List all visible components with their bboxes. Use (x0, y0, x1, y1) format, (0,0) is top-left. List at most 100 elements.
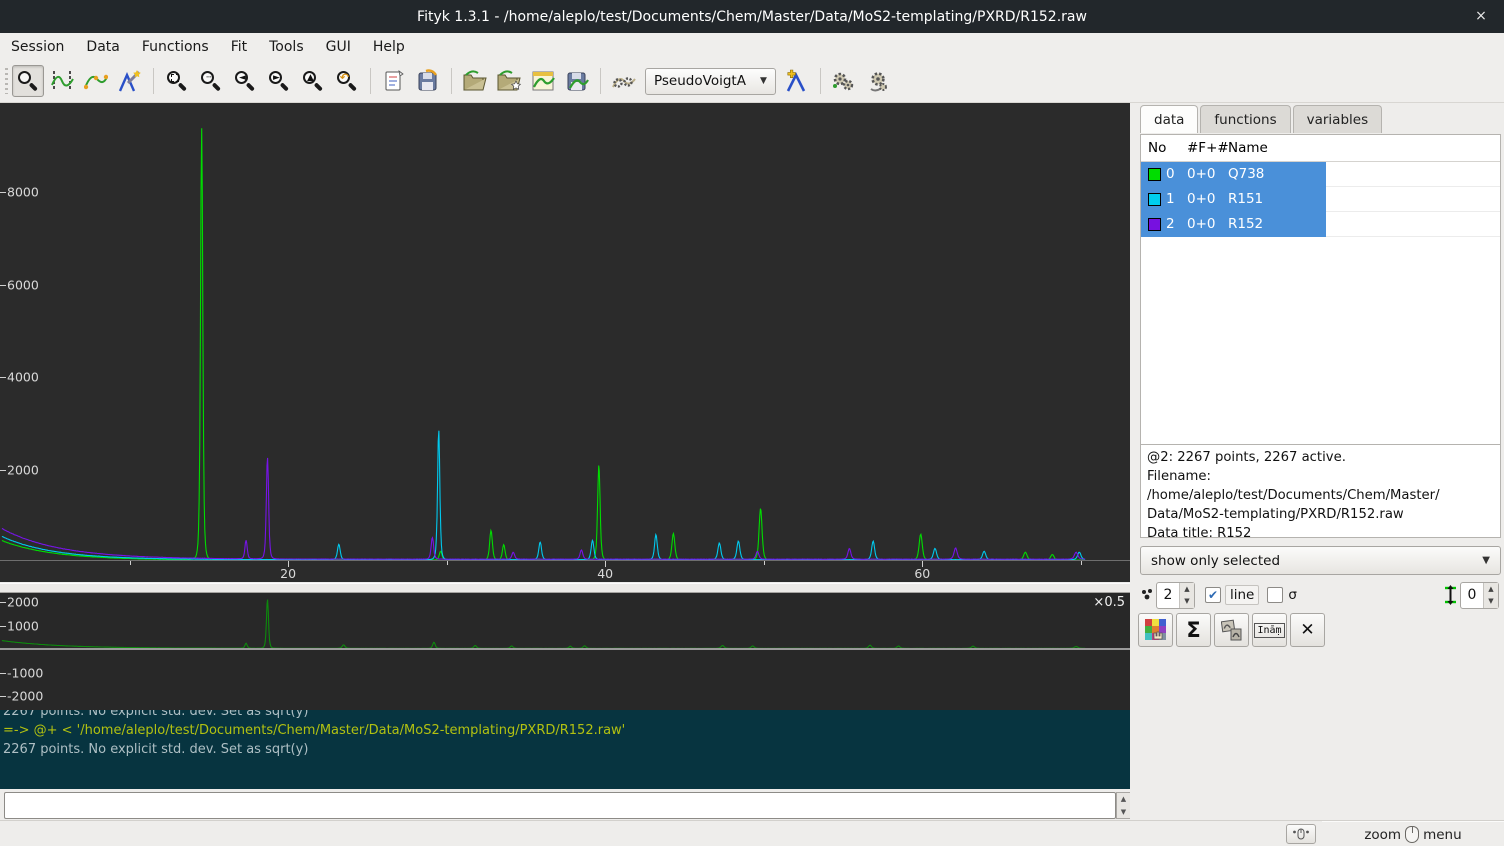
dataset-color-swatch[interactable] (1148, 218, 1161, 231)
tab-variables[interactable]: variables (1293, 105, 1383, 133)
zoom-left-icon: ◄ (234, 70, 256, 92)
shift-spinner[interactable]: 0 ▲ ▼ (1460, 582, 1499, 609)
dataset-ff: 0+0 (1182, 162, 1223, 187)
dataset-name: Q738 (1223, 162, 1326, 187)
run-fit-button[interactable] (862, 65, 894, 97)
zoom-right-icon: ► (268, 70, 290, 92)
shift-spinner-value: 0 (1461, 587, 1483, 603)
menu-help[interactable]: Help (362, 36, 416, 58)
data-transform-button[interactable] (608, 65, 640, 97)
dataset-color-swatch[interactable] (1148, 193, 1161, 206)
tab-functions[interactable]: functions (1200, 105, 1290, 133)
zoom-up-icon: ▲ (302, 70, 324, 92)
x-tick-label: 40 (597, 566, 613, 581)
zoom-vertically-button[interactable]: ┄ (195, 65, 227, 97)
auto-add-peak-button[interactable] (781, 65, 813, 97)
dataset-no: 2 (1166, 216, 1175, 232)
table-row[interactable]: 0 0+0 Q738 (1141, 162, 1500, 187)
add-peak-mode-button[interactable] (114, 65, 146, 97)
toolbar-grip[interactable] (3, 68, 11, 94)
menu-tools[interactable]: Tools (258, 36, 315, 58)
sigma-checkbox-label[interactable]: σ (1288, 587, 1297, 603)
aux-plot[interactable]: 20001000-1000-2000 ×0.5 (0, 593, 1130, 710)
data-range-mode-button[interactable] (46, 65, 78, 97)
spin-down-icon[interactable]: ▼ (1180, 595, 1194, 608)
sigma-checkbox[interactable] (1267, 587, 1283, 603)
save-data-button[interactable] (561, 65, 593, 97)
menu-session[interactable]: Session (0, 36, 75, 58)
menu-bar: Session Data Functions Fit Tools GUI Hel… (0, 33, 1504, 60)
data-range-icon (50, 69, 74, 93)
scroll-up-icon[interactable]: ▲ (1117, 793, 1130, 806)
main-plot[interactable]: 2000400060008000 (0, 103, 1130, 560)
zoom-vertical-icon: ┄ (200, 70, 222, 92)
dataset-no: 1 (1166, 191, 1175, 207)
dataset-ff: 0+0 (1182, 212, 1223, 237)
dataset-no: 0 (1166, 166, 1175, 182)
delete-dataset-button[interactable]: ✕ (1290, 613, 1325, 647)
menu-functions[interactable]: Functions (131, 36, 220, 58)
open-folder-advanced-icon (496, 69, 522, 93)
tab-data[interactable]: data (1140, 105, 1198, 133)
plot-splitter[interactable] (0, 583, 1130, 593)
previous-zoom-button[interactable]: ↶ (331, 65, 363, 97)
input-history-scrollbar[interactable]: ▲ ▼ (1116, 792, 1131, 819)
data-points-icon (1140, 587, 1154, 603)
zoom-left-button[interactable]: ◄ (229, 65, 261, 97)
show-mode-dropdown[interactable]: show only selected ▼ (1140, 546, 1501, 575)
col-name: Name (1223, 140, 1326, 156)
undo-fit-gears-icon (831, 69, 857, 93)
line-checkbox[interactable]: ✔ (1205, 587, 1221, 603)
table-row[interactable]: 1 0+0 R151 (1141, 187, 1500, 212)
sum-button[interactable]: Σ (1176, 613, 1211, 647)
mouse-hints-icon (1292, 828, 1310, 840)
open-data-button[interactable] (459, 65, 491, 97)
menu-gui[interactable]: GUI (315, 36, 362, 58)
open-data-advanced-button[interactable] (493, 65, 525, 97)
scroll-down-icon[interactable]: ▼ (1117, 806, 1130, 819)
status-bar: zoom menu (0, 820, 1504, 846)
background-mode-button[interactable] (80, 65, 112, 97)
peak-type-value: PseudoVoigtA (654, 73, 746, 89)
copy-functions-button[interactable] (1214, 613, 1249, 647)
undo-fit-button[interactable] (828, 65, 860, 97)
zoom-up-button[interactable]: ▲ (297, 65, 329, 97)
dataset-table-header: No #F+# Name (1141, 135, 1500, 162)
zoom-all-button[interactable] (161, 65, 193, 97)
dataset-color-swatch[interactable] (1148, 168, 1161, 181)
spin-down-icon[interactable]: ▼ (1484, 595, 1498, 608)
spin-up-icon[interactable]: ▲ (1180, 583, 1194, 596)
rename-button[interactable]: Ināṃ (1252, 613, 1287, 647)
right-button-hint: menu (1423, 827, 1462, 843)
dataset-ff: 0+0 (1182, 187, 1223, 212)
log-document-icon (382, 69, 406, 93)
output-console[interactable]: 2267 points. No explicit std. dev. Set a… (0, 710, 1130, 789)
colors-sequence-button[interactable] (1138, 613, 1173, 647)
main-toolbar: ┄ ◄ ► ▲ ↶ (0, 60, 1504, 103)
chevron-down-icon: ▼ (760, 76, 767, 86)
show-log-button[interactable] (378, 65, 410, 97)
peak-type-dropdown[interactable]: PseudoVoigtA ▼ (645, 68, 776, 95)
spin-up-icon[interactable]: ▲ (1484, 583, 1498, 596)
edit-data-button[interactable] (527, 65, 559, 97)
line-checkbox-label[interactable]: line (1225, 585, 1259, 605)
menu-data[interactable]: Data (75, 36, 130, 58)
zoom-mode-button[interactable] (12, 65, 44, 97)
mouse-hints-button[interactable] (1286, 824, 1316, 844)
command-input[interactable] (4, 792, 1116, 819)
zoom-right-button[interactable]: ► (263, 65, 295, 97)
aux-y-tick-label: 2000 (7, 595, 39, 610)
dataset-name: R151 (1223, 187, 1326, 212)
menu-fit[interactable]: Fit (220, 36, 258, 58)
window-title: Fityk 1.3.1 - /home/aleplo/test/Document… (417, 9, 1087, 25)
title-bar[interactable]: Fityk 1.3.1 - /home/aleplo/test/Document… (0, 0, 1504, 33)
x-tick-label: 60 (914, 566, 930, 581)
active-dataset-spinner[interactable]: 2 ▲ ▼ (1156, 582, 1195, 609)
mouse-icon (1405, 826, 1419, 843)
rename-label: Ināṃ (1254, 623, 1284, 638)
close-icon[interactable]: × (1472, 7, 1490, 25)
col-no: No (1141, 140, 1182, 156)
table-row[interactable]: 2 0+0 R152 (1141, 212, 1500, 237)
save-session-button[interactable] (412, 65, 444, 97)
aux-plot-canvas (0, 593, 1130, 710)
